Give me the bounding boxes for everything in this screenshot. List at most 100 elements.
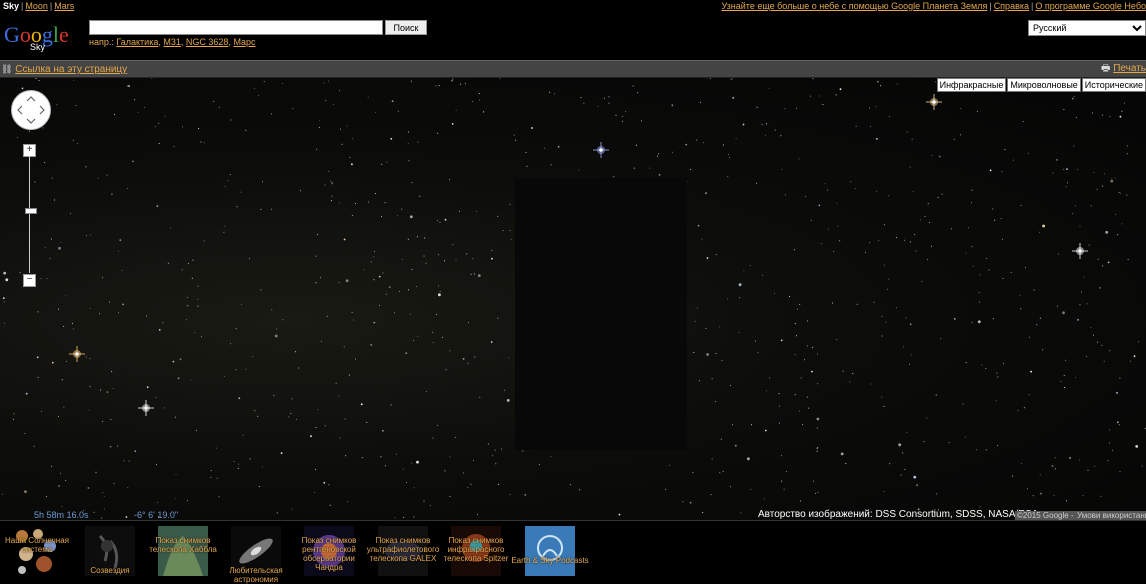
star xyxy=(840,452,844,456)
star xyxy=(1126,145,1128,147)
star xyxy=(121,270,123,271)
star xyxy=(384,465,386,467)
star xyxy=(460,83,462,85)
bright-star xyxy=(926,94,942,110)
gallery-spitzer[interactable]: Показ снимков инфракрасного телескопа Sp… xyxy=(444,526,508,576)
layer-microwave-button[interactable]: Микроволновые xyxy=(1007,78,1081,92)
page-link[interactable]: Ссылка на эту страницу xyxy=(15,64,127,75)
star xyxy=(992,318,994,320)
star xyxy=(41,410,43,412)
example-galaxy-link[interactable]: Галактика xyxy=(116,37,158,47)
star xyxy=(923,441,925,443)
star xyxy=(384,202,386,204)
star xyxy=(1103,173,1105,175)
nav-mars-link[interactable]: Mars xyxy=(54,1,74,11)
gallery-solar-system[interactable]: Наша Солнечная система xyxy=(5,526,69,576)
star xyxy=(408,160,410,162)
gallery-galex[interactable]: Показ снимков ультрафиолетового телескоп… xyxy=(367,526,439,576)
star xyxy=(249,258,250,260)
star xyxy=(597,105,599,107)
star xyxy=(798,158,800,160)
star xyxy=(237,468,239,469)
about-link[interactable]: О программе Google Небо xyxy=(1035,1,1146,11)
star xyxy=(1127,258,1129,260)
star xyxy=(1102,114,1103,116)
star xyxy=(981,364,983,366)
star xyxy=(965,252,967,254)
star xyxy=(17,136,19,138)
star xyxy=(976,449,978,451)
star xyxy=(462,358,465,360)
star xyxy=(452,244,454,246)
star xyxy=(904,468,906,470)
sky-map[interactable]: Инфракрасные Микроволновые Исторические … xyxy=(0,78,1146,520)
star xyxy=(432,331,434,333)
star xyxy=(1088,244,1090,246)
star xyxy=(397,215,398,217)
terms-link[interactable]: Умови використання xyxy=(1075,511,1146,520)
zoom-track[interactable] xyxy=(29,156,30,273)
google-sky-logo[interactable]: Google Sky xyxy=(4,21,84,53)
star xyxy=(1060,381,1062,383)
star xyxy=(1096,188,1098,190)
star xyxy=(242,434,244,436)
star xyxy=(604,97,605,99)
help-link[interactable]: Справка xyxy=(994,1,1029,11)
star xyxy=(1075,377,1076,379)
star xyxy=(320,340,322,342)
layer-infrared-button[interactable]: Инфракрасные xyxy=(936,78,1007,92)
example-mars-link[interactable]: Марс xyxy=(233,37,255,47)
pan-control[interactable] xyxy=(11,90,51,130)
star xyxy=(883,224,885,226)
star xyxy=(416,460,419,464)
star xyxy=(836,202,838,204)
star xyxy=(117,445,118,447)
star xyxy=(711,458,713,460)
star xyxy=(468,322,470,324)
star xyxy=(997,445,999,446)
star xyxy=(887,288,889,290)
language-select[interactable]: Русский xyxy=(1028,20,1146,36)
star xyxy=(735,138,737,140)
star xyxy=(919,219,921,221)
pan-arrows-icon xyxy=(17,96,45,124)
star xyxy=(692,472,694,473)
star xyxy=(1073,145,1075,147)
star xyxy=(989,169,992,172)
gallery-constellations[interactable]: Созвездия xyxy=(85,526,135,576)
star xyxy=(103,508,105,510)
example-m31-link[interactable]: M31 xyxy=(163,37,181,47)
google-earth-link[interactable]: Узнайте еще больше о небе с помощью Goog… xyxy=(721,1,987,11)
star xyxy=(144,106,146,108)
zoom-slider-handle[interactable] xyxy=(25,208,37,214)
star xyxy=(756,182,758,184)
search-input[interactable] xyxy=(89,20,383,35)
nav-moon-link[interactable]: Moon xyxy=(25,1,48,11)
star xyxy=(491,249,493,251)
star xyxy=(252,356,254,358)
star xyxy=(127,85,129,87)
star xyxy=(413,340,414,342)
example-ngc3628-link[interactable]: NGC 3628 xyxy=(186,37,229,47)
gallery-podcasts[interactable]: Earth & Sky Podcasts xyxy=(511,526,589,576)
star xyxy=(3,301,5,303)
print-link[interactable]: Печать xyxy=(1113,63,1146,74)
star xyxy=(837,225,839,227)
star xyxy=(444,260,445,262)
star xyxy=(682,501,684,503)
star xyxy=(314,491,316,493)
star xyxy=(367,96,369,98)
search-button[interactable]: Поиск xyxy=(385,20,427,35)
star xyxy=(766,123,768,125)
zoom-out-button[interactable]: − xyxy=(23,274,36,287)
star xyxy=(88,409,90,411)
star xyxy=(810,95,811,97)
star xyxy=(381,216,382,218)
star xyxy=(320,277,321,279)
star xyxy=(290,413,292,415)
gallery-amateur[interactable]: Любительская астрономия xyxy=(229,526,283,584)
layer-historical-button[interactable]: Исторические xyxy=(1081,78,1146,92)
gallery-hubble[interactable]: Показ снимков телескопа Хаббла xyxy=(149,526,217,576)
gallery-chandra[interactable]: Показ снимков рентгеновской обсерватории… xyxy=(302,526,356,576)
star xyxy=(1054,468,1056,470)
